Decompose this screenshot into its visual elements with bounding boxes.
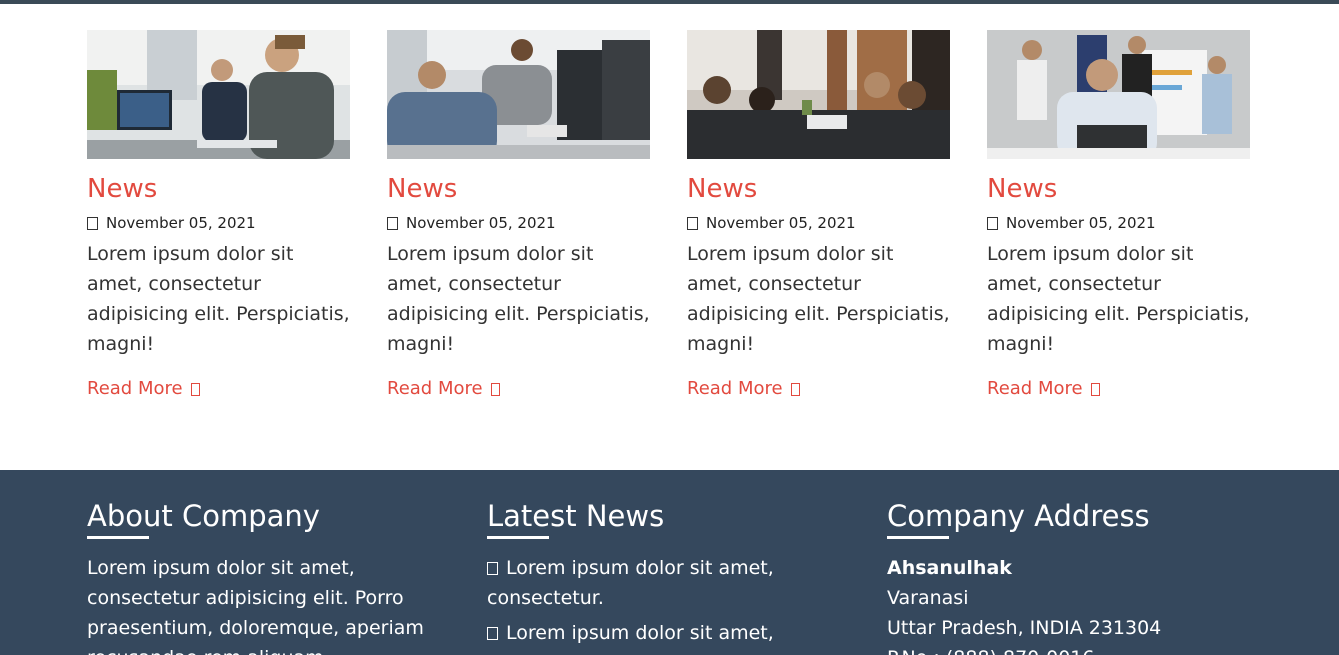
- news-image[interactable]: [687, 30, 950, 159]
- card-date-text: November 05, 2021: [706, 214, 856, 232]
- read-more-link[interactable]: Read More: [87, 377, 350, 401]
- news-image[interactable]: [987, 30, 1250, 159]
- read-more-label: Read More: [987, 378, 1083, 399]
- footer-news-item[interactable]: Lorem ipsum dolor sit amet, consectetur.: [487, 553, 787, 613]
- calendar-icon: [387, 216, 398, 230]
- footer-address: Company Address Ahsanulhak Varanasi Utta…: [887, 498, 1227, 655]
- read-more-link[interactable]: Read More: [987, 377, 1250, 401]
- card-date: November 05, 2021: [387, 213, 650, 233]
- footer-news-item-text: Lorem ipsum dolor sit amet, consectetur.: [487, 557, 774, 609]
- card-excerpt: Lorem ipsum dolor sit amet, consectetur …: [687, 243, 950, 355]
- card-date-text: November 05, 2021: [406, 214, 556, 232]
- read-more-label: Read More: [87, 378, 183, 399]
- footer-about-heading: About Company: [87, 499, 320, 533]
- card-date-text: November 05, 2021: [1006, 214, 1156, 232]
- card-excerpt: Lorem ipsum dolor sit amet, consectetur …: [387, 243, 650, 355]
- news-image[interactable]: [87, 30, 350, 159]
- footer-news-item-text: Lorem ipsum dolor sit amet,: [506, 622, 774, 644]
- arrow-right-icon: [1090, 382, 1100, 396]
- card-excerpt: Lorem ipsum dolor sit amet, consectetur …: [987, 243, 1250, 355]
- arrow-right-icon: [790, 382, 800, 396]
- address-region: Uttar Pradesh, INDIA 231304: [887, 617, 1162, 639]
- news-card: News November 05, 2021 Lorem ipsum dolor…: [87, 30, 350, 401]
- card-date: November 05, 2021: [87, 213, 350, 233]
- arrow-right-icon: [190, 382, 200, 396]
- calendar-icon: [687, 216, 698, 230]
- card-title[interactable]: News: [687, 173, 950, 205]
- news-card: News November 05, 2021 Lorem ipsum dolor…: [987, 30, 1250, 401]
- card-date: November 05, 2021: [687, 213, 950, 233]
- footer-address-body: Ahsanulhak Varanasi Uttar Pradesh, INDIA…: [887, 553, 1227, 655]
- card-title[interactable]: News: [87, 173, 350, 205]
- news-image[interactable]: [387, 30, 650, 159]
- read-more-label: Read More: [687, 378, 783, 399]
- footer-news-heading: Latest News: [487, 499, 665, 533]
- read-more-link[interactable]: Read More: [387, 377, 650, 401]
- footer-about-text: Lorem ipsum dolor sit amet, consectetur …: [87, 557, 424, 655]
- arrow-right-icon: [490, 382, 500, 396]
- footer-address-heading: Company Address: [887, 499, 1150, 533]
- address-city: Varanasi: [887, 587, 969, 609]
- news-bullet-icon: [487, 562, 498, 575]
- news-bullet-icon: [487, 627, 498, 640]
- footer-news-item[interactable]: Lorem ipsum dolor sit amet,: [487, 618, 787, 648]
- news-cards: News November 05, 2021 Lorem ipsum dolor…: [87, 30, 1250, 399]
- news-card: News November 05, 2021 Lorem ipsum dolor…: [687, 30, 950, 401]
- calendar-icon: [987, 216, 998, 230]
- heading-underline: [487, 536, 549, 539]
- news-card: News November 05, 2021 Lorem ipsum dolor…: [387, 30, 650, 401]
- heading-underline: [887, 536, 949, 539]
- card-title[interactable]: News: [387, 173, 650, 205]
- top-border: [0, 0, 1339, 4]
- site-footer: About Company Lorem ipsum dolor sit amet…: [0, 470, 1339, 655]
- heading-underline: [87, 536, 149, 539]
- address-name: Ahsanulhak: [887, 557, 1012, 579]
- card-date-text: November 05, 2021: [106, 214, 256, 232]
- address-phone: P.No : (888) 870-0016: [887, 643, 1227, 655]
- card-title[interactable]: News: [987, 173, 1250, 205]
- calendar-icon: [87, 216, 98, 230]
- card-excerpt: Lorem ipsum dolor sit amet, consectetur …: [87, 243, 350, 355]
- footer-news-list: Lorem ipsum dolor sit amet, consectetur.…: [487, 553, 787, 648]
- card-date: November 05, 2021: [987, 213, 1250, 233]
- read-more-label: Read More: [387, 378, 483, 399]
- footer-latest-news: Latest News Lorem ipsum dolor sit amet, …: [487, 498, 787, 653]
- read-more-link[interactable]: Read More: [687, 377, 950, 401]
- footer-about: About Company Lorem ipsum dolor sit amet…: [87, 498, 457, 655]
